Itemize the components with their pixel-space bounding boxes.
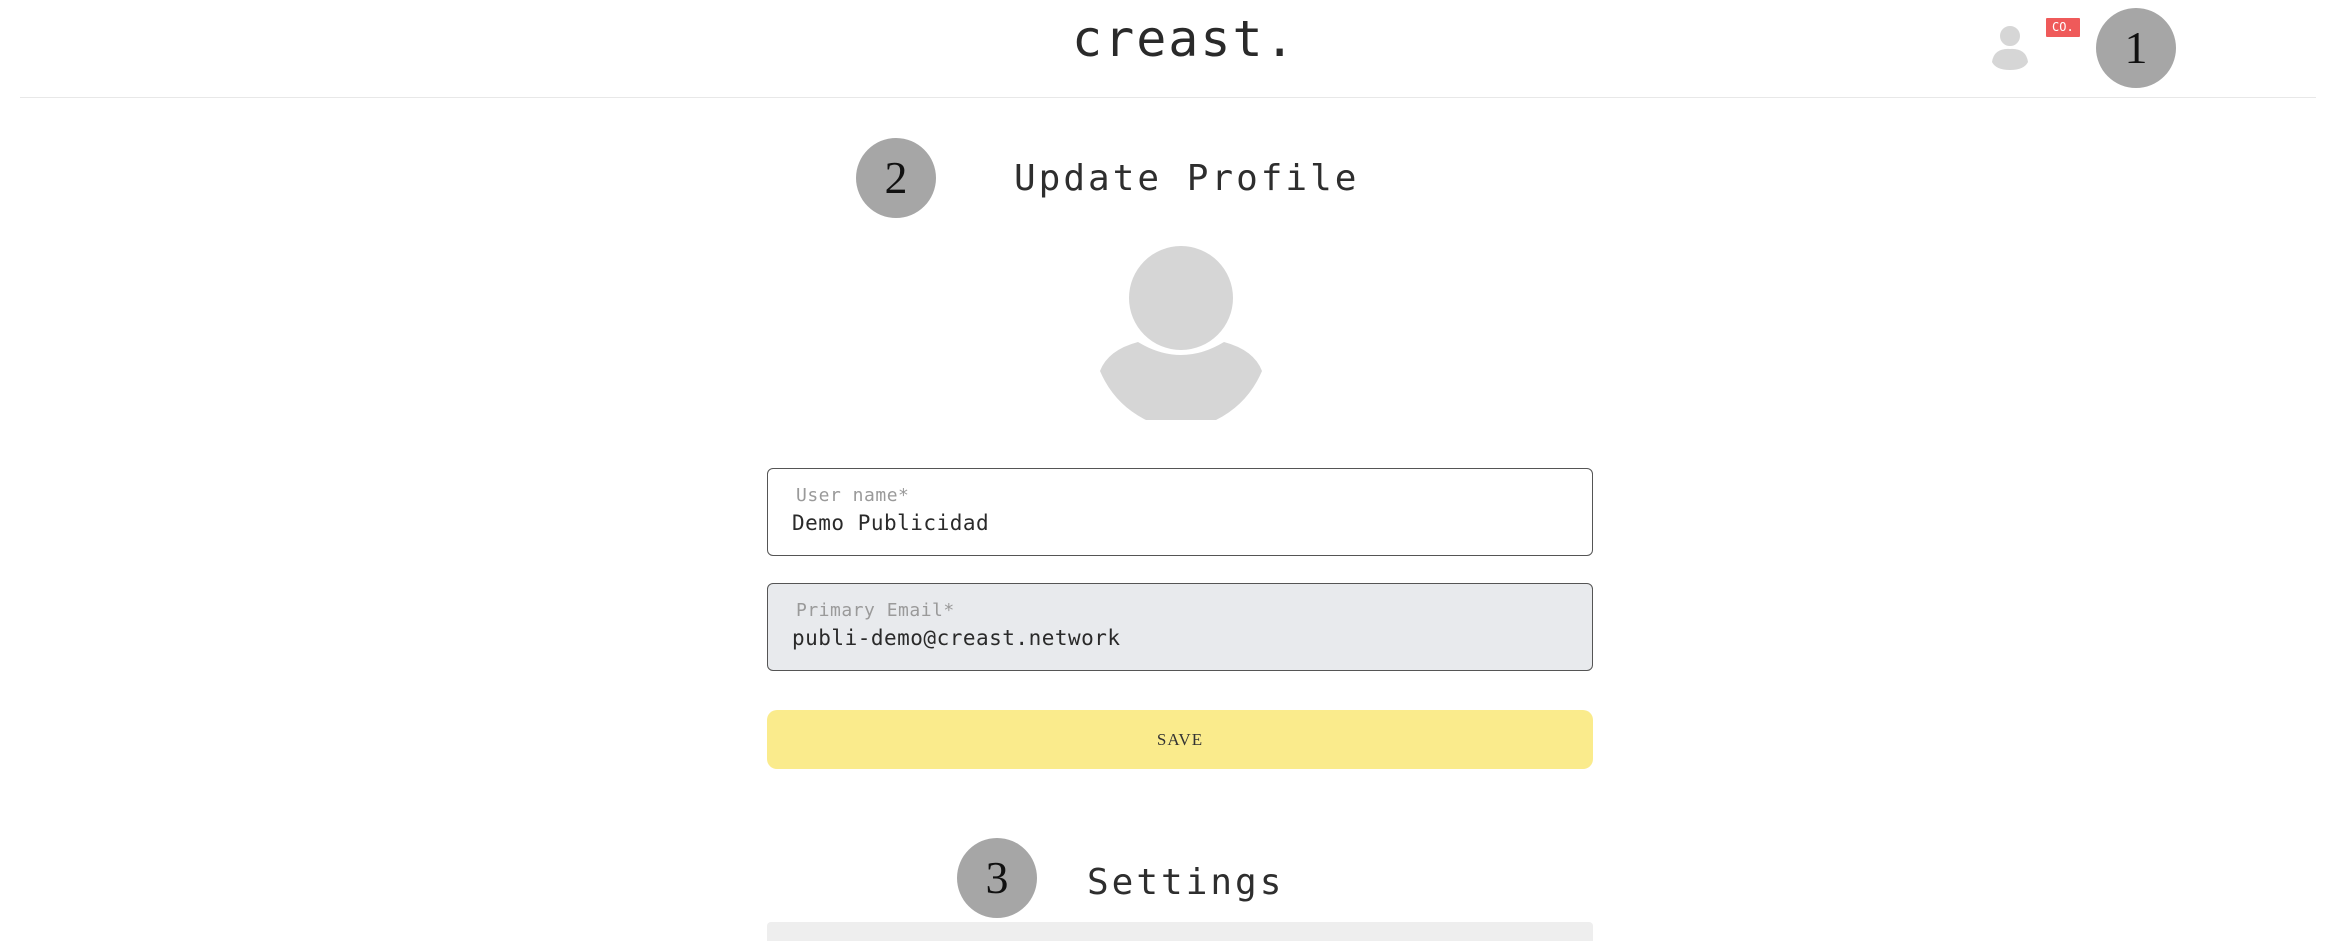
company-badge: CO. xyxy=(2046,18,2080,37)
user-icon xyxy=(1992,24,2028,70)
page: creast. CO. 1 2 3 Update Profile User na… xyxy=(0,0,2326,941)
update-profile-title: Update Profile xyxy=(1014,158,1360,199)
email-field[interactable]: Primary Email* xyxy=(767,583,1593,671)
account-menu-button[interactable]: CO. xyxy=(1986,16,2080,72)
username-input[interactable] xyxy=(792,511,1552,535)
user-silhouette-icon xyxy=(1100,242,1262,420)
marker-1: 1 xyxy=(2096,8,2176,88)
username-label: User name* xyxy=(796,485,910,506)
marker-3: 3 xyxy=(957,838,1037,918)
marker-2: 2 xyxy=(856,138,936,218)
creast-logo[interactable]: creast. xyxy=(1072,10,1295,68)
email-input[interactable] xyxy=(792,626,1552,650)
profile-avatar[interactable] xyxy=(1098,242,1264,420)
username-field[interactable]: User name* xyxy=(767,468,1593,556)
save-button[interactable]: SAVE xyxy=(767,710,1593,769)
settings-panel xyxy=(767,922,1593,941)
settings-title: Settings xyxy=(1087,862,1285,903)
email-label: Primary Email* xyxy=(796,600,955,621)
top-header: creast. CO. xyxy=(20,0,2316,98)
